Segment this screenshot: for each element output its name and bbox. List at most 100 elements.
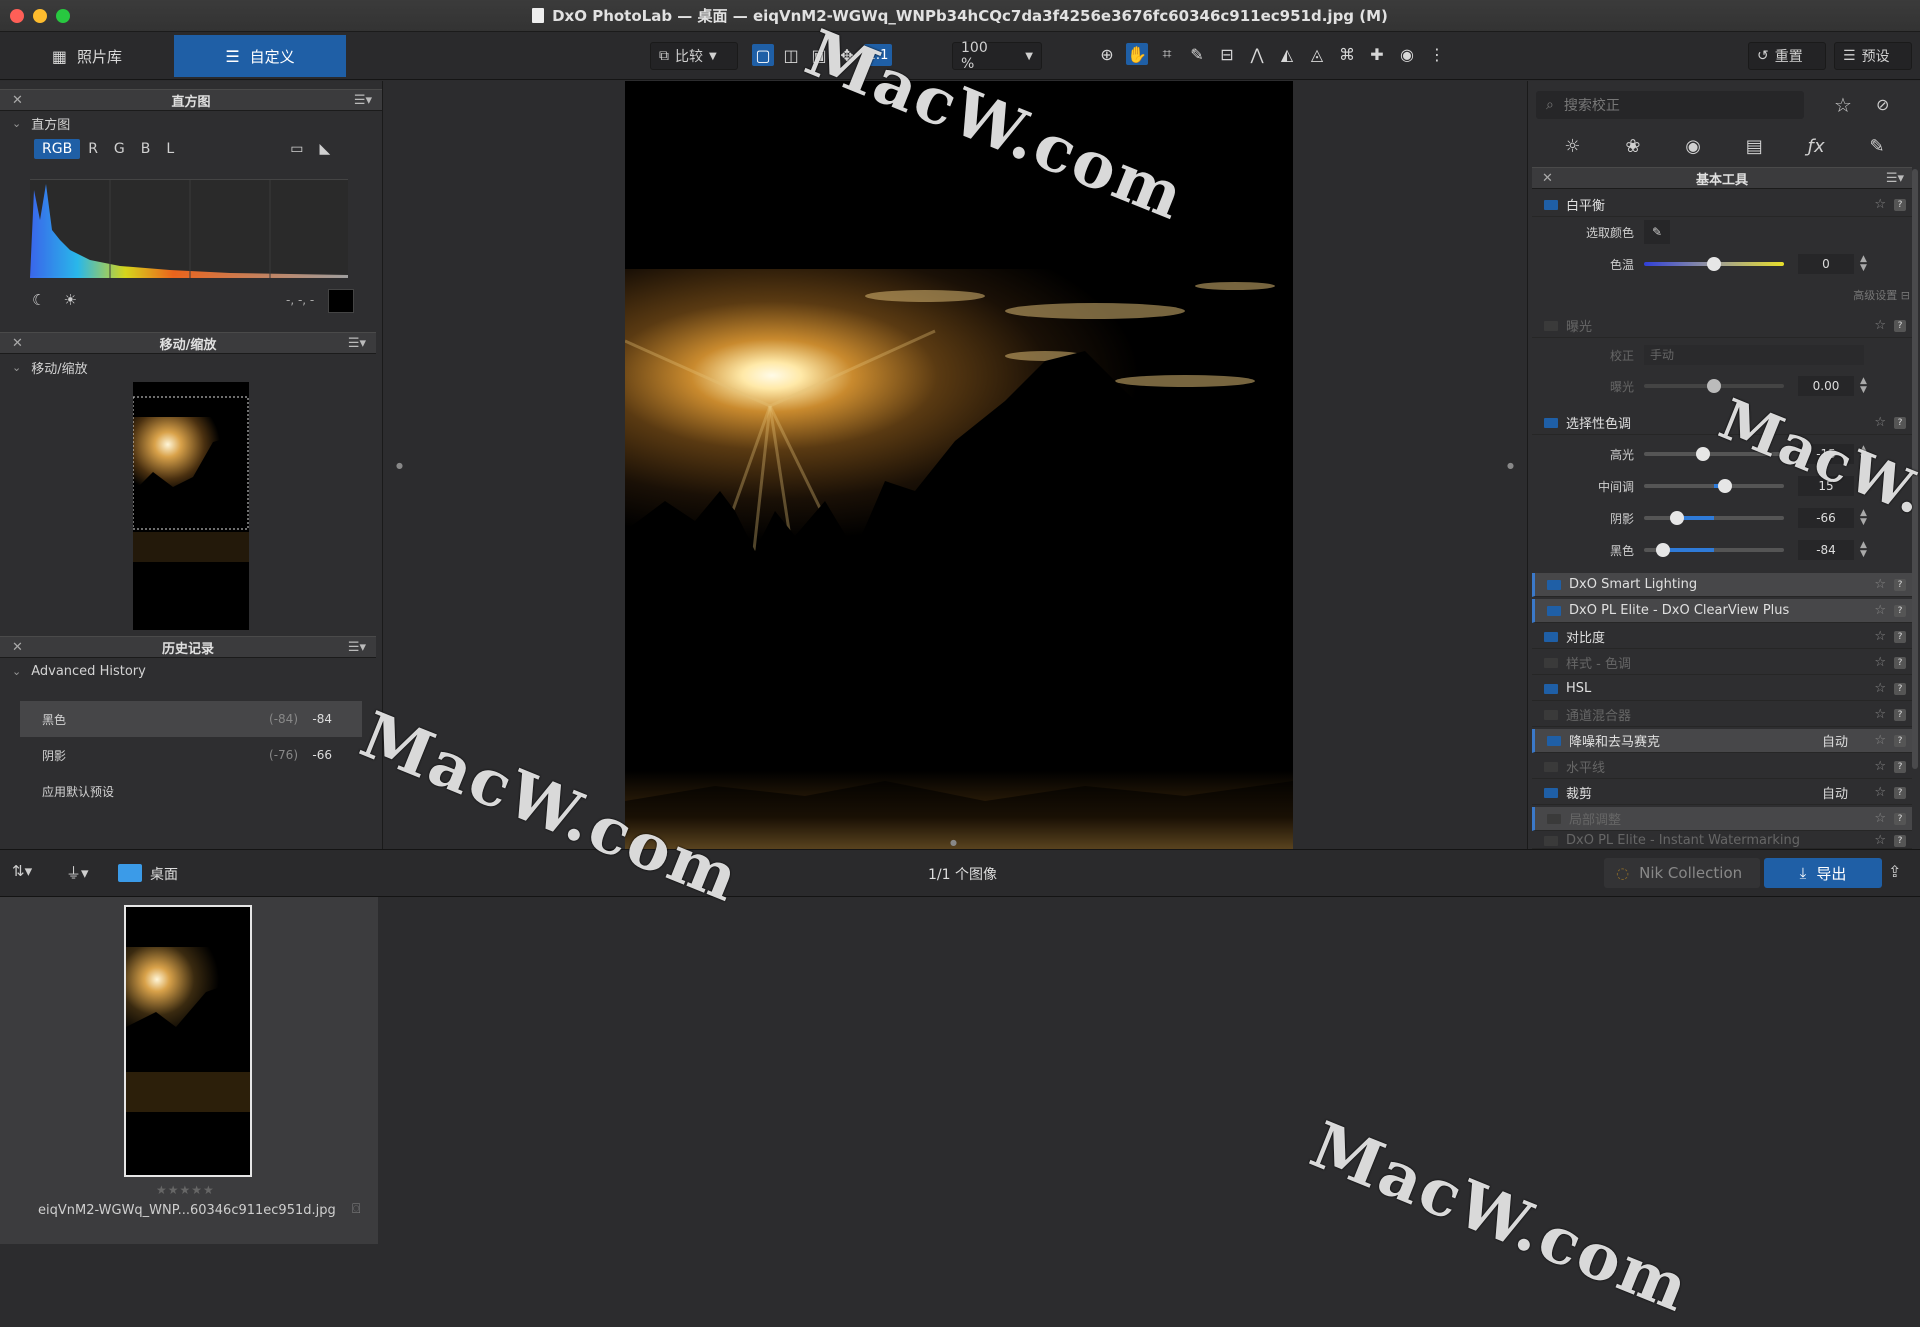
help-icon[interactable]: ? [1894,834,1906,847]
panel-menu-icon[interactable]: ☰▾ [348,336,366,351]
zoom-in-icon[interactable]: ⊕ [1096,43,1118,65]
slider-knob[interactable] [1696,447,1710,461]
temperature-value[interactable]: 0 [1798,254,1854,274]
distortion-icon[interactable]: ◬ [1306,43,1328,65]
hand-icon[interactable]: ✋ [1126,43,1148,65]
right-scrollbar[interactable] [1912,169,1918,769]
single-view-icon[interactable]: ▢ [752,44,774,66]
help-icon[interactable]: ? [1894,812,1906,825]
export-button[interactable]: ⤓ 导出 [1764,858,1882,888]
star-icon[interactable]: ☆ [1874,655,1886,670]
enable-checkbox[interactable] [1547,735,1561,746]
tool-hsl[interactable]: HSL ☆ ? [1532,677,1912,701]
panel-menu-icon[interactable]: ☰▾ [1886,171,1904,186]
star-icon[interactable]: ☆ [1874,681,1886,696]
midtones-slider[interactable] [1644,479,1784,493]
enable-checkbox[interactable] [1544,417,1558,428]
correction-select[interactable]: 手动 [1644,345,1864,365]
close-icon[interactable]: ✕ [12,93,23,108]
stepper-icon[interactable]: ▲ ▼ [1860,509,1867,527]
help-icon[interactable]: ? [1894,604,1906,617]
more-tools-icon[interactable]: ⋮ [1426,43,1448,65]
highlights-value[interactable]: -15 [1798,444,1854,464]
eye-icon[interactable]: ◉ [1396,43,1418,65]
help-icon[interactable]: ? [1894,786,1906,799]
panel-menu-icon[interactable]: ☰▾ [348,640,366,655]
star-icon[interactable]: ☆ [1874,577,1886,592]
blacks-slider[interactable] [1644,543,1784,557]
monitor-icon[interactable]: ▭ [282,139,311,159]
detail-icon[interactable]: ◉ [1685,136,1701,157]
tool-contrast[interactable]: 对比度 ☆ ? [1532,625,1912,649]
local-adjust-icon[interactable]: ✎ [1869,136,1884,157]
sort-icon[interactable]: ⇅▾ [12,862,32,880]
enable-checkbox[interactable] [1544,835,1558,846]
slider-knob[interactable] [1670,511,1684,525]
enable-checkbox[interactable] [1544,631,1558,642]
one-to-one-button[interactable]: 1:1 [864,44,892,66]
stepper-icon[interactable]: ▲ ▼ [1860,377,1867,395]
close-icon[interactable]: ✕ [12,640,23,655]
channel-r[interactable]: R [80,139,106,159]
history-item[interactable]: 阴影 (-76) -66 [20,737,362,773]
geometry-icon[interactable]: ▤ [1746,136,1763,157]
panel-menu-icon[interactable]: ☰▾ [354,93,372,108]
exposure-slider[interactable] [1644,379,1784,393]
help-icon[interactable]: ? [1894,682,1906,695]
channel-g[interactable]: G [106,139,133,159]
share-icon[interactable]: ⇪ [1888,862,1901,881]
help-icon[interactable]: ? [1894,416,1906,429]
compare-button[interactable]: ⧉ 比较 ▼ [650,42,738,70]
star-icon[interactable]: ☆ [1874,603,1886,618]
tool-exposure[interactable]: 曝光 ☆ ? [1532,314,1912,338]
volume-deformation-icon[interactable]: ◭ [1276,43,1298,65]
history-item[interactable]: 黑色 (-84) -84 [20,701,362,737]
toggle-icon[interactable]: ⊘ [1876,95,1889,114]
midtones-value[interactable]: 15 [1798,476,1854,496]
stepper-icon[interactable]: ▲ ▼ [1860,477,1867,495]
tab-photo-library[interactable]: ▦ 照片库 [0,35,174,77]
right-panel-handle[interactable]: ● [1507,461,1514,470]
help-icon[interactable]: ? [1894,656,1906,669]
search-field[interactable]: ⌕ 搜索校正 [1536,91,1804,119]
tool-smart-lighting[interactable]: DxO Smart Lighting ☆ ? [1532,573,1912,597]
tool-style-toning[interactable]: 样式 - 色调 ☆ ? [1532,651,1912,675]
minimize-button[interactable] [33,9,47,23]
star-icon[interactable]: ☆ [1874,811,1886,826]
help-icon[interactable]: ? [1894,198,1906,211]
zoom-button[interactable] [56,9,70,23]
rating-stars[interactable]: ★★★★★ [156,1183,215,1197]
star-icon[interactable]: ☆ [1874,785,1886,800]
enable-checkbox[interactable] [1547,605,1561,616]
color-icon[interactable]: ❀ [1625,136,1640,157]
help-icon[interactable]: ? [1894,708,1906,721]
advanced-settings-link[interactable]: 高级设置 ⊟ [1853,287,1910,303]
transform-icon[interactable]: ⌘ [1336,43,1358,65]
tool-clearview-plus[interactable]: DxO PL Elite - DxO ClearView Plus ☆ ? [1532,599,1912,623]
reset-button[interactable]: ↺ 重置 [1748,42,1826,70]
help-icon[interactable]: ? [1894,734,1906,747]
eyedropper-icon[interactable]: ✎ [1644,220,1670,244]
split-view-icon[interactable]: ◫ [780,44,802,66]
presets-button[interactable]: ☰ 预设 [1834,42,1912,70]
blacks-value[interactable]: -84 [1798,540,1854,560]
gamut-icon[interactable]: ◣ [311,139,338,159]
temperature-slider[interactable] [1644,257,1784,271]
move-icon[interactable]: ✥ [836,44,858,66]
tool-crop[interactable]: 裁剪 自动 ☆ ? [1532,781,1912,805]
star-icon[interactable]: ☆ [1874,197,1886,212]
slider-knob[interactable] [1718,479,1732,493]
slider-knob[interactable] [1707,257,1721,271]
image-viewer[interactable]: ● ● ● [384,81,1526,849]
repair-icon[interactable]: ✚ [1366,43,1388,65]
channel-rgb[interactable]: RGB [34,139,81,159]
help-icon[interactable]: ? [1894,630,1906,643]
filter-icon[interactable]: ⏚▾ [66,862,89,883]
help-icon[interactable]: ? [1894,760,1906,773]
left-panel-handle[interactable]: ● [396,461,403,470]
crop-icon[interactable]: ⌗ [1156,43,1178,65]
nik-collection-button[interactable]: ◌ Nik Collection [1604,858,1760,888]
shadows-slider[interactable] [1644,511,1784,525]
enable-checkbox[interactable] [1547,579,1561,590]
star-icon[interactable]: ☆ [1874,759,1886,774]
